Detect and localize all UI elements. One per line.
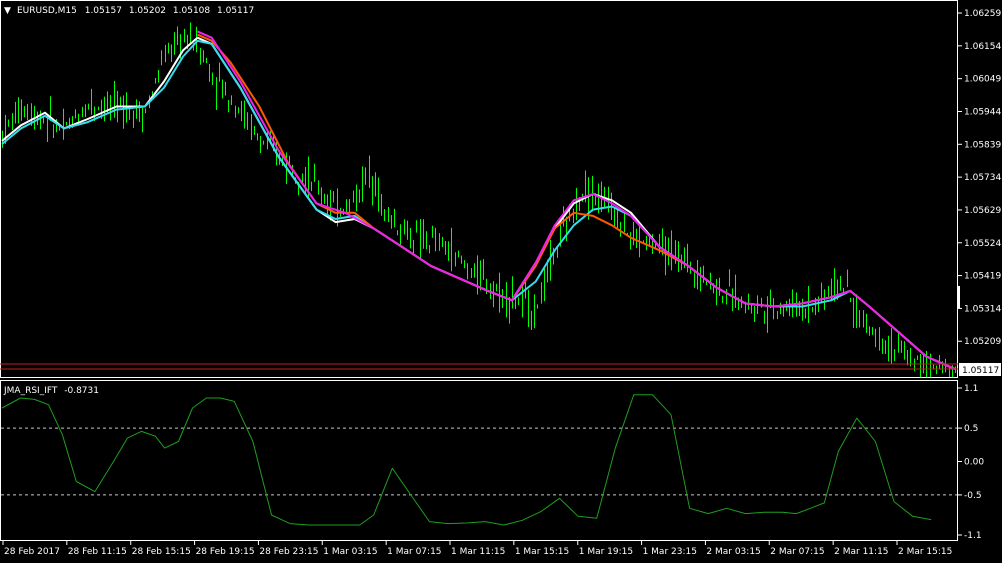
- indicator-tick-label: -1.1: [964, 531, 982, 541]
- time-tick-label: 2 Mar 15:15: [898, 547, 952, 557]
- svg-text:JMA_RSI_IFT -0.8731: JMA_RSI_IFT -0.8731: [3, 386, 99, 396]
- price-tick-label: 1.06154: [964, 42, 1001, 52]
- time-tick-label: 2 Mar 11:15: [834, 547, 888, 557]
- time-tick-label: 2 Mar 07:15: [770, 547, 824, 557]
- open-price: 1.05157: [85, 6, 122, 16]
- price-tick-label: 1.05629: [964, 206, 1001, 216]
- time-tick-label: 28 Feb 23:15: [259, 547, 318, 557]
- current-price-tag: 1.05117: [959, 363, 1001, 376]
- price-tick-label: 1.06259: [964, 9, 1001, 19]
- indicator-tick-label: 0.00: [964, 458, 984, 468]
- price-tick-label: 1.05734: [964, 173, 1001, 183]
- close-price: 1.05117: [217, 6, 254, 16]
- time-tick-label: 1 Mar 07:15: [387, 547, 441, 557]
- current-price-label: 1.05117: [962, 366, 999, 376]
- time-tick-label: 1 Mar 23:15: [643, 547, 697, 557]
- indicator-tick-label: 1.1: [964, 384, 978, 394]
- price-scroll-marker[interactable]: [957, 286, 960, 308]
- price-tick-label: 1.05839: [964, 140, 1001, 150]
- time-tick-label: 28 Feb 19:15: [196, 547, 255, 557]
- price-tick-label: 1.05419: [964, 272, 1001, 282]
- indicator-tick-label: -0.5: [964, 491, 982, 501]
- time-tick-label: 2 Mar 03:15: [706, 547, 760, 557]
- symbol-label: EURUSD,M15: [17, 6, 77, 16]
- trading-chart: ▼ EURUSD,M15 1.05157 1.05202 1.05108 1.0…: [0, 0, 1002, 563]
- indicator-name: JMA_RSI_IFT: [3, 386, 58, 396]
- time-tick-label: 1 Mar 15:15: [515, 547, 569, 557]
- indicator-tick-label: 0.5: [964, 424, 978, 434]
- time-tick-label: 1 Mar 11:15: [451, 547, 505, 557]
- time-tick-label: 1 Mar 19:15: [579, 547, 633, 557]
- price-tick-label: 1.05314: [964, 304, 1001, 314]
- time-tick-label: 28 Feb 11:15: [68, 547, 127, 557]
- indicator-value: -0.8731: [64, 386, 99, 396]
- low-price: 1.05108: [173, 6, 210, 16]
- price-tick-label: 1.05944: [964, 107, 1001, 117]
- price-tick-label: 1.05209: [964, 337, 1001, 347]
- price-tick-label: 1.05524: [964, 239, 1001, 249]
- price-tick-label: 1.06049: [964, 75, 1001, 85]
- symbol-dropdown-icon[interactable]: ▼: [4, 6, 11, 16]
- time-tick-label: 28 Feb 2017: [4, 547, 60, 557]
- svg-text:EURUSD,M15 1.05157: EURUSD,M15 1.05157 1.05202 1.05108 1.051…: [17, 6, 254, 16]
- time-tick-label: 1 Mar 03:15: [323, 547, 377, 557]
- chart-background: [0, 0, 1002, 563]
- high-price: 1.05202: [129, 6, 166, 16]
- time-tick-label: 28 Feb 15:15: [132, 547, 191, 557]
